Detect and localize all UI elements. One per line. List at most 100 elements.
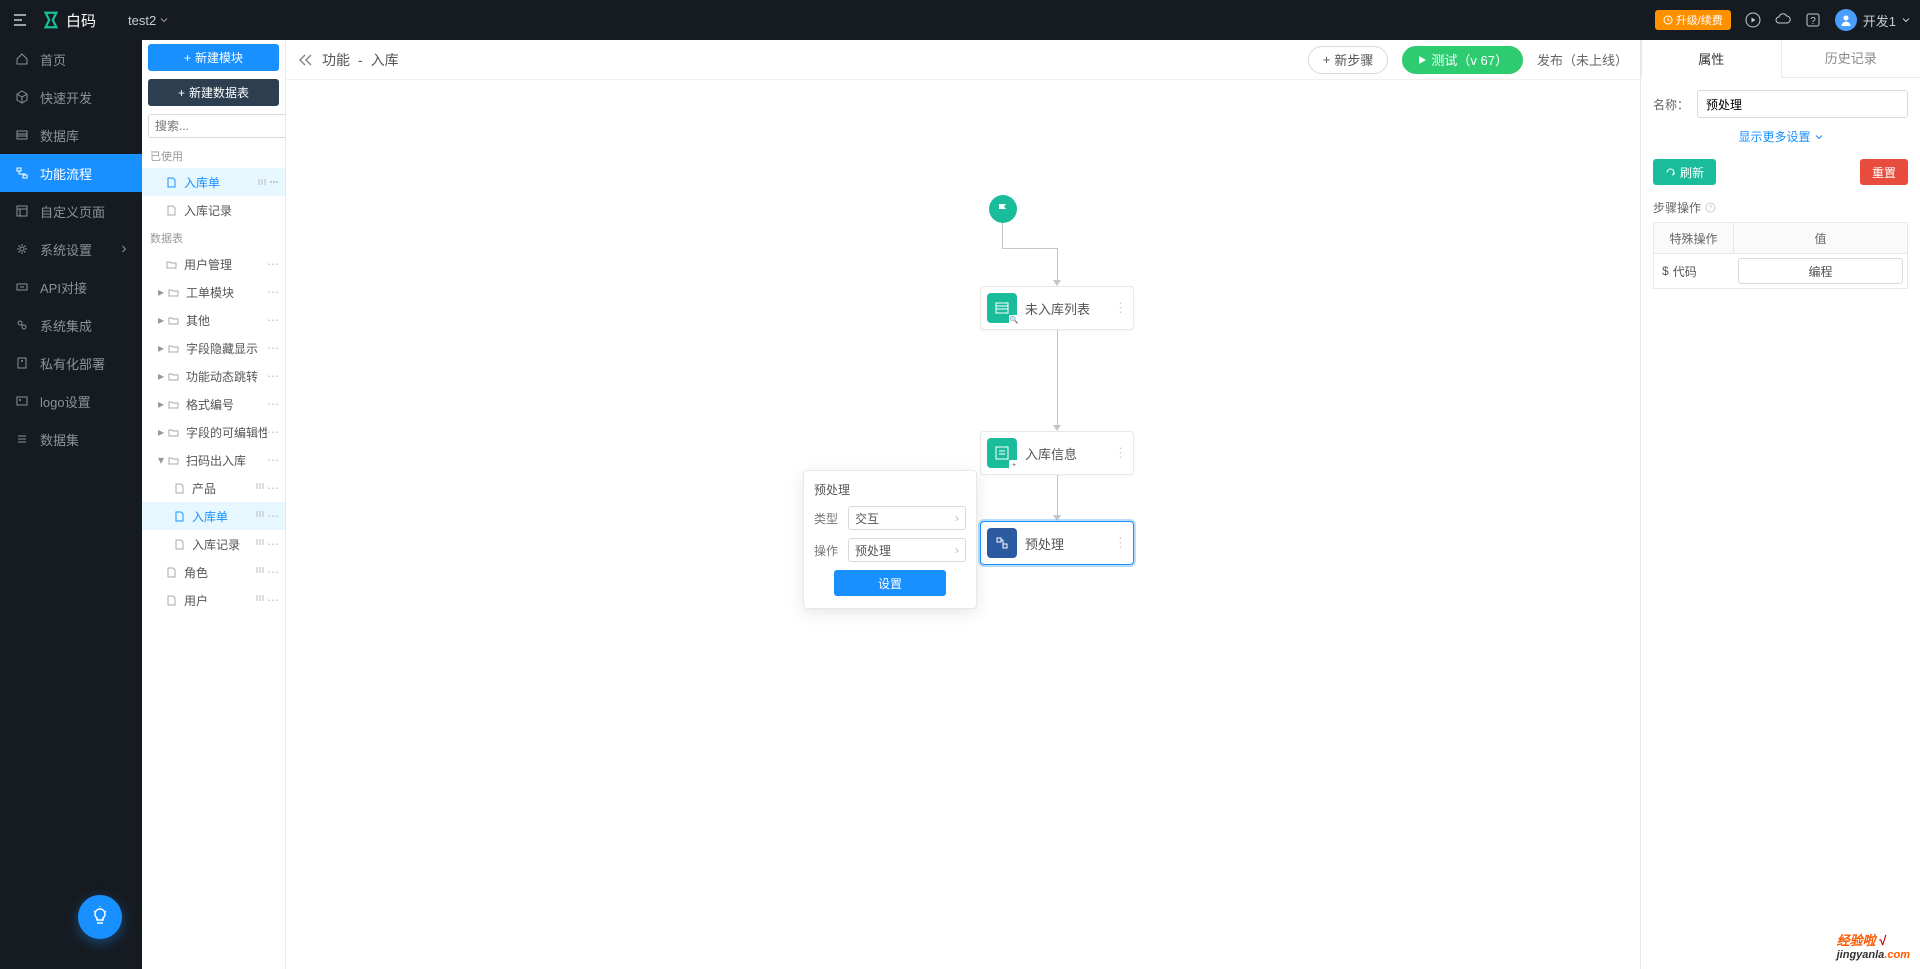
- sidebar-item-integration[interactable]: 系统集成: [0, 306, 142, 344]
- reset-button[interactable]: 重置: [1860, 159, 1908, 185]
- tree-item[interactable]: ▸格式编号⋯: [142, 390, 285, 418]
- tree-item[interactable]: ▾扫码出入库⋯: [142, 446, 285, 474]
- user-menu[interactable]: 开发1: [1835, 9, 1910, 31]
- new-module-button[interactable]: +新建模块: [148, 44, 279, 71]
- item-actions[interactable]: [257, 177, 279, 187]
- sidebar-item-database[interactable]: 数据库: [0, 116, 142, 154]
- more-icon[interactable]: ⋯: [267, 285, 279, 299]
- tree-item[interactable]: 角色 ⋯: [142, 558, 285, 586]
- tree-item[interactable]: 用户管理⋯: [142, 250, 285, 278]
- sidebar-item-private[interactable]: 私有化部署: [0, 344, 142, 382]
- more-icon[interactable]: ⋮: [1114, 535, 1127, 551]
- used-item[interactable]: 入库单: [142, 168, 285, 196]
- caret-down-icon: [1902, 16, 1910, 24]
- tree-item[interactable]: ▸工单模块⋯: [142, 278, 285, 306]
- more-icon[interactable]: ⋮: [1114, 300, 1127, 316]
- search-input[interactable]: [148, 114, 286, 138]
- more-icon[interactable]: ⋯: [267, 425, 279, 439]
- file-icon: [174, 511, 188, 522]
- programming-button[interactable]: 编程: [1738, 258, 1903, 284]
- item-actions[interactable]: ⋯: [255, 509, 279, 523]
- col-special: 特殊操作: [1654, 223, 1734, 253]
- operation-select[interactable]: 预处理›: [848, 538, 966, 562]
- caret-right-icon[interactable]: ▸: [156, 369, 166, 383]
- name-input[interactable]: [1697, 90, 1908, 118]
- project-selector[interactable]: test2: [128, 13, 168, 28]
- new-step-button[interactable]: +新步骤: [1308, 46, 1389, 74]
- sidebar-item-api[interactable]: API对接: [0, 268, 142, 306]
- caret-right-icon[interactable]: ▸: [156, 285, 166, 299]
- test-button[interactable]: 测试（v 67）: [1402, 46, 1523, 74]
- tree-item[interactable]: ▸字段的可编辑性⋯: [142, 418, 285, 446]
- more-icon[interactable]: ⋯: [267, 369, 279, 383]
- tree-item[interactable]: 产品 ⋯: [142, 474, 285, 502]
- tab-history[interactable]: 历史记录: [1782, 40, 1920, 77]
- item-actions[interactable]: ⋯: [255, 537, 279, 551]
- tree-item[interactable]: 用户 ⋯: [142, 586, 285, 614]
- flow-edge: [1002, 223, 1003, 248]
- more-icon[interactable]: ⋯: [267, 257, 279, 271]
- cube-icon: [14, 89, 30, 105]
- brand-logo[interactable]: 白码: [42, 10, 96, 31]
- flow-edge: [1057, 330, 1058, 425]
- list-view-icon: 🔍: [987, 293, 1017, 323]
- type-label: 类型: [814, 510, 842, 527]
- item-actions[interactable]: ⋯: [255, 481, 279, 495]
- new-table-button[interactable]: +新建数据表: [148, 79, 279, 106]
- more-icon[interactable]: ⋯: [267, 453, 279, 467]
- sidebar-item-settings[interactable]: 系统设置: [0, 230, 142, 268]
- canvas-header: 功能 - 入库 +新步骤 测试（v 67） 发布（未上线）: [286, 40, 1640, 80]
- collapse-button[interactable]: [298, 54, 314, 66]
- flow-canvas[interactable]: 🔍 未入库列表 ⋮ + 入库信息 ⋮ 预处理 ⋮: [286, 80, 1640, 969]
- play-icon[interactable]: [1745, 12, 1761, 28]
- flow-node-preprocess[interactable]: 预处理 ⋮: [980, 521, 1134, 565]
- file-icon: [174, 539, 188, 550]
- cloud-icon[interactable]: [1775, 12, 1791, 28]
- section-used: 已使用: [142, 142, 285, 168]
- tree-item[interactable]: 入库单 ⋯: [142, 502, 285, 530]
- sidebar-item-quickdev[interactable]: 快速开发: [0, 78, 142, 116]
- show-more-link[interactable]: 显示更多设置: [1653, 128, 1908, 145]
- caret-right-icon[interactable]: ▸: [156, 341, 166, 355]
- list-icon: [14, 431, 30, 447]
- more-icon[interactable]: ⋯: [267, 397, 279, 411]
- caret-right-icon[interactable]: ▸: [156, 313, 166, 327]
- help-icon[interactable]: ?: [1805, 12, 1821, 28]
- more-icon[interactable]: ⋯: [267, 313, 279, 327]
- tab-properties[interactable]: 属性: [1641, 40, 1782, 78]
- item-actions[interactable]: ⋯: [255, 593, 279, 607]
- more-icon[interactable]: ⋯: [267, 341, 279, 355]
- sidebar-item-home[interactable]: 首页: [0, 40, 142, 78]
- caret-right-icon[interactable]: ▸: [156, 425, 166, 439]
- sidebar-item-dataset[interactable]: 数据集: [0, 420, 142, 458]
- col-value: 值: [1734, 223, 1907, 253]
- sidebar-item-flow[interactable]: 功能流程: [0, 154, 142, 192]
- upgrade-button[interactable]: 升级/续费: [1655, 10, 1731, 30]
- form-icon: +: [987, 438, 1017, 468]
- tree-item[interactable]: ▸功能动态跳转⋯: [142, 362, 285, 390]
- help-icon[interactable]: ?: [1705, 202, 1716, 213]
- flow-node-info[interactable]: + 入库信息 ⋮: [980, 431, 1134, 475]
- server-icon: [14, 355, 30, 371]
- plus-icon: +: [178, 86, 185, 100]
- refresh-button[interactable]: 刷新: [1653, 159, 1716, 185]
- sidebar-item-logo[interactable]: logo设置: [0, 382, 142, 420]
- process-icon: [987, 528, 1017, 558]
- publish-link[interactable]: 发布（未上线）: [1537, 50, 1628, 69]
- tree-item[interactable]: ▸字段隐藏显示⋯: [142, 334, 285, 362]
- folder-icon: [168, 315, 182, 326]
- item-actions[interactable]: ⋯: [255, 565, 279, 579]
- hint-button[interactable]: [78, 895, 122, 939]
- sidebar-item-custompage[interactable]: 自定义页面: [0, 192, 142, 230]
- menu-toggle-icon[interactable]: [10, 10, 30, 30]
- caret-right-icon[interactable]: ▸: [156, 397, 166, 411]
- flow-node-list[interactable]: 🔍 未入库列表 ⋮: [980, 286, 1134, 330]
- caret-down-icon[interactable]: ▾: [156, 453, 166, 467]
- used-item[interactable]: 入库记录: [142, 196, 285, 224]
- settings-button[interactable]: 设置: [834, 570, 946, 596]
- tree-item[interactable]: 入库记录 ⋯: [142, 530, 285, 558]
- tree-item[interactable]: ▸其他⋯: [142, 306, 285, 334]
- start-node[interactable]: [989, 195, 1017, 223]
- type-select[interactable]: 交互›: [848, 506, 966, 530]
- more-icon[interactable]: ⋮: [1114, 445, 1127, 461]
